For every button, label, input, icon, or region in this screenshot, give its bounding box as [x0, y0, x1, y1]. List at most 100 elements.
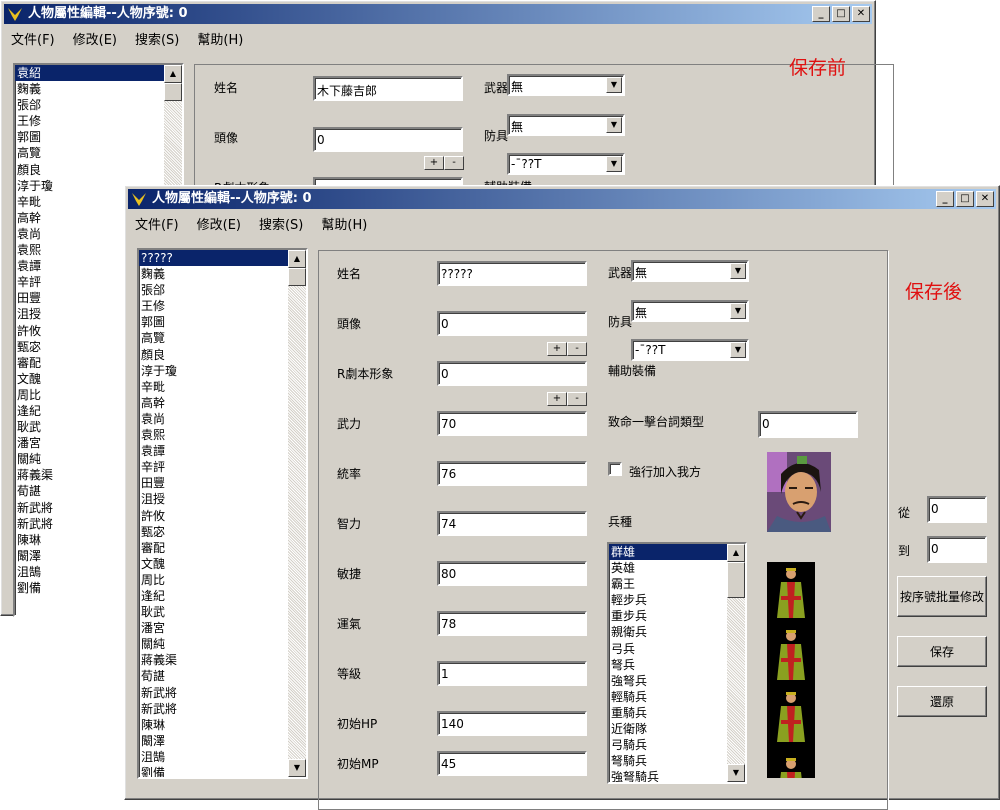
minimize-button[interactable]: _: [812, 6, 830, 22]
list-item[interactable]: 新武將: [139, 685, 306, 701]
list-item[interactable]: 陳琳: [139, 717, 306, 733]
list-item[interactable]: 高覽: [15, 145, 182, 161]
field-input[interactable]: 80: [437, 561, 587, 586]
weapon-select[interactable]: 無 ▼: [507, 74, 625, 96]
list-item[interactable]: 弓兵: [609, 641, 745, 657]
save-button[interactable]: 保存: [897, 636, 987, 667]
critical-line-input[interactable]: 0: [758, 411, 858, 438]
accessory-select[interactable]: -¯??T ▼: [507, 153, 625, 175]
restore-button[interactable]: 還原: [897, 686, 987, 717]
menu-file[interactable]: 文件(F): [135, 214, 179, 233]
list-item[interactable]: 高幹: [139, 395, 306, 411]
list-item[interactable]: 審配: [139, 540, 306, 556]
list-item[interactable]: ?????: [139, 250, 306, 267]
list-item[interactable]: 弓騎兵: [609, 737, 745, 753]
list-item[interactable]: 沮鵠: [139, 749, 306, 765]
field-input[interactable]: 0: [437, 361, 587, 386]
field-input[interactable]: 1: [437, 661, 587, 686]
menu-edit[interactable]: 修改(E): [73, 29, 117, 48]
list-item[interactable]: 周比: [139, 572, 306, 588]
list-item[interactable]: 潘宮: [139, 620, 306, 636]
minimize-button[interactable]: _: [936, 191, 954, 207]
scroll-thumb[interactable]: [727, 562, 745, 598]
field-input[interactable]: ?????: [437, 261, 587, 286]
r-form-plus-button[interactable]: +: [547, 392, 567, 406]
list-item[interactable]: 關純: [139, 636, 306, 652]
scroll-up-icon[interactable]: ▲: [164, 65, 182, 83]
list-item[interactable]: 劉備: [139, 765, 306, 777]
list-item[interactable]: 顏良: [15, 162, 182, 178]
name-input[interactable]: 木下藤吉郎: [313, 76, 463, 101]
list-item[interactable]: 耿武: [139, 604, 306, 620]
field-input[interactable]: 76: [437, 461, 587, 486]
close-button[interactable]: ✕: [852, 6, 870, 22]
maximize-button[interactable]: □: [832, 6, 850, 22]
dropdown-arrow-icon[interactable]: ▼: [730, 342, 746, 358]
dropdown-arrow-icon[interactable]: ▼: [730, 303, 746, 319]
field-input[interactable]: 45: [437, 751, 587, 776]
list-item[interactable]: 淳于瓊: [139, 363, 306, 379]
list-item[interactable]: 王修: [15, 113, 182, 129]
close-button[interactable]: ✕: [976, 191, 994, 207]
list-item[interactable]: 麴義: [15, 81, 182, 97]
batch-modify-button[interactable]: 按序號批量修改: [897, 576, 987, 617]
maximize-button[interactable]: □: [956, 191, 974, 207]
menu-file[interactable]: 文件(F): [11, 29, 55, 48]
list-item[interactable]: 逢紀: [139, 588, 306, 604]
list-item[interactable]: 袁熙: [139, 427, 306, 443]
menu-help[interactable]: 幫助(H): [321, 214, 367, 233]
list-item[interactable]: 許攸: [139, 508, 306, 524]
list-item[interactable]: 重騎兵: [609, 705, 745, 721]
list-item[interactable]: 辛毗: [139, 379, 306, 395]
list-item[interactable]: 荀諶: [139, 668, 306, 684]
list-item[interactable]: 近衛隊: [609, 721, 745, 737]
from-input[interactable]: 0: [927, 496, 987, 523]
list-item[interactable]: 親衛兵: [609, 624, 745, 640]
scrollbar[interactable]: ▲▼: [727, 544, 745, 782]
menu-help[interactable]: 幫助(H): [197, 29, 243, 48]
dropdown-arrow-icon[interactable]: ▼: [606, 156, 622, 172]
to-input[interactable]: 0: [927, 536, 987, 563]
force-join-checkbox[interactable]: [608, 462, 622, 476]
r-form-minus-button[interactable]: -: [567, 392, 587, 406]
list-item[interactable]: 甄宓: [139, 524, 306, 540]
armor-select[interactable]: 無 ▼: [507, 114, 625, 136]
list-item[interactable]: 田豐: [139, 475, 306, 491]
menu-search[interactable]: 搜索(S): [135, 29, 179, 48]
list-item[interactable]: 袁紹: [15, 65, 182, 82]
dropdown-arrow-icon[interactable]: ▼: [606, 117, 622, 133]
title-bar[interactable]: 人物屬性編輯--人物序號: 0 _ □ ✕: [128, 189, 996, 209]
list-item[interactable]: 麴義: [139, 266, 306, 282]
scroll-thumb[interactable]: [288, 268, 306, 286]
list-item[interactable]: 闞澤: [139, 733, 306, 749]
list-item[interactable]: 郭圖: [15, 129, 182, 145]
list-item[interactable]: 高覽: [139, 330, 306, 346]
list-item[interactable]: 文醜: [139, 556, 306, 572]
list-item[interactable]: 重步兵: [609, 608, 745, 624]
title-bar[interactable]: 人物屬性編輯--人物序號: 0 _ □ ✕: [4, 4, 872, 24]
list-item[interactable]: 張郃: [15, 97, 182, 113]
list-item[interactable]: 弩兵: [609, 657, 745, 673]
portrait-input[interactable]: 0: [313, 127, 463, 152]
character-list[interactable]: ????? 麴義 張郃 王修 郭圖 高覽 顏良 淳于瓊 辛毗 高幹 袁尚 袁熙 袁譚 辛評 田豐 沮授 許攸 甄宓…: [137, 248, 308, 779]
weapon-select[interactable]: 無 ▼: [631, 260, 749, 282]
portrait-minus-button[interactable]: -: [567, 342, 587, 356]
menu-search[interactable]: 搜索(S): [259, 214, 303, 233]
list-item[interactable]: 英雄: [609, 560, 745, 576]
list-item[interactable]: 袁譚: [139, 443, 306, 459]
list-item[interactable]: 郭圖: [139, 314, 306, 330]
list-item[interactable]: 張郃: [139, 282, 306, 298]
list-item[interactable]: 王修: [139, 298, 306, 314]
list-item[interactable]: 沮授: [139, 491, 306, 507]
scroll-up-icon[interactable]: ▲: [288, 250, 306, 268]
list-item[interactable]: 蔣義渠: [139, 652, 306, 668]
list-item[interactable]: 強弩兵: [609, 673, 745, 689]
field-input[interactable]: 74: [437, 511, 587, 536]
scroll-down-icon[interactable]: ▼: [727, 764, 745, 782]
list-item[interactable]: 新武將: [139, 701, 306, 717]
field-input[interactable]: 78: [437, 611, 587, 636]
armor-select[interactable]: 無 ▼: [631, 300, 749, 322]
list-item[interactable]: 輕步兵: [609, 592, 745, 608]
menu-edit[interactable]: 修改(E): [197, 214, 241, 233]
scrollbar[interactable]: ▲▼: [288, 250, 306, 777]
